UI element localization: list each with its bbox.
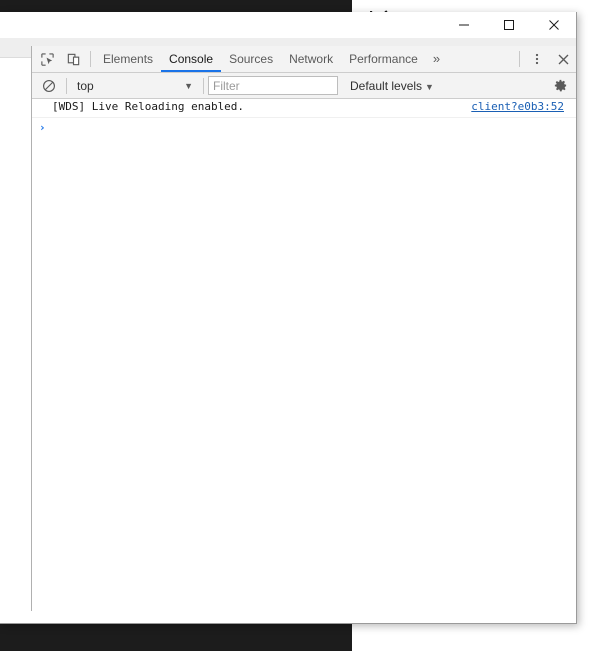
dark-strip-bottom [0,624,352,651]
console-message-source-link[interactable]: client?e0b3:52 [471,100,564,113]
tab-performance[interactable]: Performance [341,46,426,72]
close-icon [548,20,559,30]
console-output[interactable]: [WDS] Live Reloading enabled. client?e0b… [32,99,576,611]
screen: 动文 建键 素 义 入UI 入Flo 键 kdo 列表 列表 列表 代码 连接 … [0,0,595,651]
clear-console-icon [43,79,55,92]
chevron-down-icon: ▼ [425,81,434,92]
filter-input[interactable] [208,76,338,95]
kebab-menu-icon [535,53,539,65]
execution-context-select[interactable]: top ▼ [71,76,199,96]
toolbar-separator [90,51,91,67]
window-titlebar [0,12,576,38]
device-toolbar-icon [67,53,79,65]
devtools-menu-button[interactable] [524,46,550,72]
device-toolbar-button[interactable] [60,46,86,72]
devtools-tabbar: Elements Console Sources Network Perform… [32,46,576,73]
minimize-button[interactable] [441,12,486,38]
close-icon [558,54,568,64]
tab-console[interactable]: Console [161,46,222,72]
toolbar-separator [519,51,520,67]
log-levels-value: Default levels [350,78,423,93]
console-prompt-row[interactable]: › [32,118,576,137]
prompt-caret-icon: › [39,121,46,134]
console-prompt-input[interactable] [51,119,576,136]
clear-console-button[interactable] [36,73,62,99]
gear-icon [554,79,566,92]
maximize-icon [503,20,514,30]
close-devtools-button[interactable] [550,46,576,72]
devtools-panel: Elements Console Sources Network Perform… [31,46,576,611]
console-settings-button[interactable] [548,74,572,98]
filterbar-separator [66,77,67,94]
dark-strip-top [0,0,352,12]
tab-network[interactable]: Network [281,46,341,72]
filterbar-separator [203,77,204,94]
execution-context-value: top [77,78,94,93]
chevron-down-icon: ▼ [184,80,193,91]
console-filter-bar: top ▼ Default levels▼ [32,73,576,99]
close-window-button[interactable] [531,12,576,38]
tab-sources[interactable]: Sources [221,46,281,72]
console-message-row[interactable]: [WDS] Live Reloading enabled. client?e0b… [32,99,576,118]
inspect-element-button[interactable] [34,46,60,72]
more-tabs-button[interactable]: » [426,46,447,72]
log-levels-select[interactable]: Default levels ▼ [350,79,434,93]
window-controls [441,12,576,38]
maximize-button[interactable] [486,12,531,38]
tab-elements[interactable]: Elements [95,46,161,72]
minimize-icon [458,24,469,26]
inspect-element-icon [40,52,54,66]
console-message-text: [WDS] Live Reloading enabled. [52,100,245,113]
